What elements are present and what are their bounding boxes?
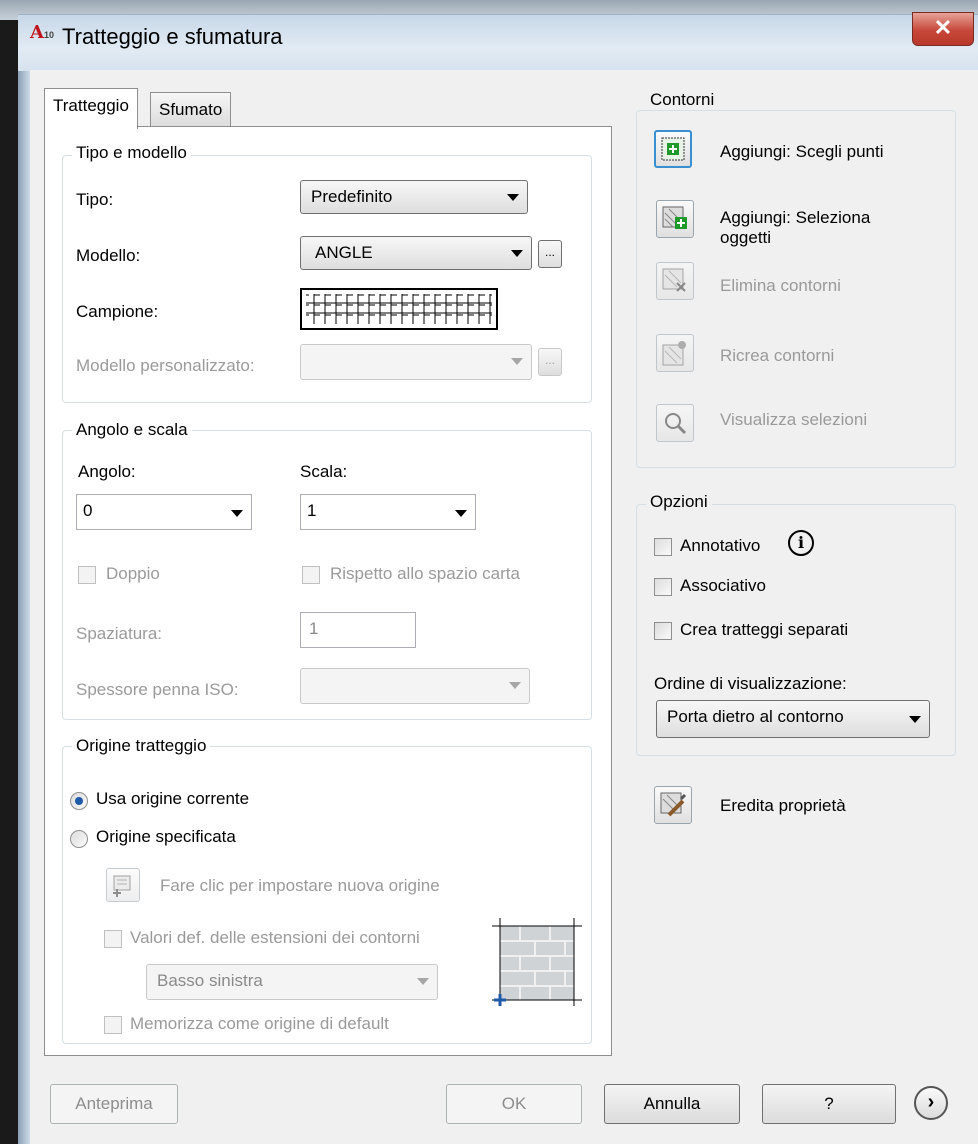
window-left-border (18, 20, 30, 1144)
modello-label: Modello: (76, 246, 141, 265)
window-title: Tratteggio e sfumatura (62, 24, 283, 49)
modello-personalizzato-label: Modello personalizzato: (76, 356, 255, 375)
inherit-properties-icon (660, 792, 687, 817)
spaziatura-field[interactable]: 1 (300, 612, 416, 648)
seleziona-oggetti-label: Aggiungi: Seleziona oggetti (720, 208, 871, 247)
spessore-penna-dropdown[interactable] (300, 668, 530, 704)
tipo-dropdown[interactable]: Predefinito (300, 180, 528, 214)
hatch-pattern-icon (306, 294, 492, 324)
group-legend-opzioni: Opzioni (646, 492, 712, 512)
anteprima-button[interactable]: Anteprima (50, 1084, 178, 1124)
eredita-proprieta-button[interactable] (654, 786, 692, 824)
ricrea-contorni-button[interactable] (656, 334, 694, 372)
add-pick-points-icon (661, 137, 685, 161)
scegli-punti-label: Aggiungi: Scegli punti (720, 142, 884, 161)
scala-dropdown[interactable]: 1 (300, 494, 476, 530)
valori-def-label: Valori def. delle estensioni dei contorn… (130, 928, 420, 947)
chevron-down-icon (507, 194, 519, 201)
modello-personalizzato-dropdown[interactable] (300, 344, 532, 380)
add-select-objects-icon (662, 206, 687, 229)
angolo-label: Angolo: (78, 462, 136, 481)
set-origin-button[interactable] (106, 868, 140, 902)
group-legend-angolo-scala: Angolo e scala (72, 420, 192, 440)
doppio-checkbox[interactable] (78, 566, 96, 584)
chevron-down-icon (417, 978, 429, 985)
memorizza-checkbox[interactable] (104, 1016, 122, 1034)
recreate-boundary-icon (662, 341, 686, 366)
spessore-penna-label: Spessore penna ISO: (76, 680, 239, 699)
basso-sinistra-value: Basso sinistra (157, 971, 263, 990)
visualizza-selezioni-button[interactable] (656, 404, 694, 442)
help-button[interactable]: ? (762, 1084, 896, 1124)
close-button[interactable]: ✕ (912, 12, 974, 46)
background-window-frame (0, 20, 18, 1144)
tab-sfumato[interactable]: Sfumato (150, 92, 232, 127)
chevron-down-icon (909, 716, 921, 723)
group-legend-contorni: Contorni (646, 90, 719, 110)
modello-dropdown[interactable]: ANGLE (300, 236, 532, 270)
group-legend-tipo-modello: Tipo e modello (72, 143, 191, 163)
campione-label: Campione: (76, 302, 159, 321)
associativo-checkbox[interactable] (654, 578, 672, 596)
memorizza-label: Memorizza come origine di default (130, 1014, 389, 1033)
tipo-label: Tipo: (76, 190, 114, 209)
scala-value: 1 (307, 501, 317, 520)
seleziona-oggetti-button[interactable] (656, 200, 694, 238)
ok-button[interactable]: OK (446, 1084, 582, 1124)
usa-origine-corrente-label: Usa origine corrente (96, 789, 250, 808)
ordine-visualizzazione-dropdown[interactable]: Porta dietro al contorno (656, 700, 930, 738)
annotativo-checkbox[interactable] (654, 538, 672, 556)
valori-def-checkbox[interactable] (104, 930, 122, 948)
elimina-contorni-label: Elimina contorni (720, 276, 841, 295)
usa-origine-corrente-radio[interactable] (70, 792, 88, 810)
info-icon[interactable]: i (788, 530, 814, 556)
autocad-app-icon: A10 (30, 22, 54, 43)
modello-browse-button[interactable]: ... (538, 240, 562, 268)
visualizza-selezioni-label: Visualizza selezioni (720, 410, 868, 429)
scala-label: Scala: (300, 462, 348, 481)
set-origin-label: Fare clic per impostare nuova origine (160, 876, 440, 895)
origine-specificata-label: Origine specificata (96, 827, 236, 846)
basso-sinistra-dropdown[interactable]: Basso sinistra (146, 964, 438, 1000)
modello-personalizzato-browse-button[interactable]: ... (538, 348, 562, 376)
tipo-value: Predefinito (311, 187, 393, 206)
chevron-down-icon (509, 682, 521, 689)
origin-preview-icon (490, 914, 586, 1010)
crea-tratteggi-separati-checkbox[interactable] (654, 622, 672, 640)
chevron-down-icon (511, 358, 523, 365)
ordine-visualizzazione-value: Porta dietro al contorno (667, 707, 844, 726)
rispetto-spazio-carta-checkbox[interactable] (302, 566, 320, 584)
annotativo-label: Annotativo (680, 536, 761, 555)
angolo-dropdown[interactable]: 0 (76, 494, 252, 530)
annulla-button[interactable]: Annulla (604, 1084, 740, 1124)
chevron-down-icon (455, 510, 467, 517)
expand-more-options-icon[interactable]: › (914, 1086, 948, 1120)
chevron-down-icon (511, 250, 523, 257)
scegli-punti-button[interactable] (654, 130, 692, 168)
ordine-visualizzazione-label: Ordine di visualizzazione: (654, 674, 847, 693)
origine-specificata-radio[interactable] (70, 830, 88, 848)
pick-origin-icon (113, 875, 131, 897)
spaziatura-label: Spaziatura: (76, 624, 162, 643)
group-legend-origine: Origine tratteggio (72, 736, 211, 756)
crea-tratteggi-separati-label: Crea tratteggi separati (680, 620, 849, 639)
chevron-down-icon (231, 510, 243, 517)
campione-preview-swatch[interactable] (300, 288, 498, 330)
doppio-label: Doppio (106, 564, 160, 583)
associativo-label: Associativo (680, 576, 766, 595)
angolo-value: 0 (83, 501, 93, 520)
ricrea-contorni-label: Ricrea contorni (720, 346, 835, 365)
modello-value: ANGLE (315, 243, 373, 262)
magnifier-icon (665, 413, 687, 435)
eredita-proprieta-label: Eredita proprietà (720, 796, 846, 815)
elimina-contorni-button[interactable] (656, 262, 694, 300)
rispetto-spazio-carta-label: Rispetto allo spazio carta (330, 564, 520, 583)
remove-boundaries-icon (662, 268, 686, 292)
tab-tratteggio[interactable]: Tratteggio (44, 88, 138, 129)
spaziatura-value: 1 (309, 619, 319, 638)
